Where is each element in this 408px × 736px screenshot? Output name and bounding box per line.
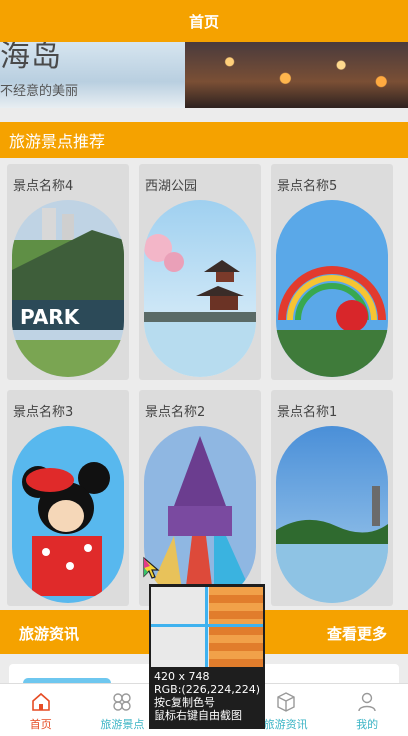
attraction-card[interactable]: 景点名称5 bbox=[271, 164, 393, 380]
attraction-card[interactable]: 景点名称3 bbox=[7, 390, 129, 606]
attraction-name: 西湖公园 bbox=[145, 179, 198, 194]
banner-subtitle: 不经意的美丽 bbox=[0, 84, 79, 99]
banner-carousel[interactable]: 海岛 不经意的美丽 bbox=[0, 42, 408, 108]
home-icon bbox=[31, 692, 50, 711]
attraction-name: 景点名称3 bbox=[13, 405, 74, 420]
color-picker-overlay: 420 x 748 RGB:(226,224,224) 按c复制色号 鼠标右键自… bbox=[149, 584, 265, 729]
banner-title: 海岛 bbox=[0, 42, 62, 74]
attraction-image bbox=[144, 200, 256, 377]
tab-label: 旅游资讯 bbox=[263, 718, 308, 731]
page-header: 首页 bbox=[0, 0, 408, 42]
attraction-card[interactable]: 景点名称1 bbox=[271, 390, 393, 606]
svg-text:PARK: PARK bbox=[20, 305, 81, 329]
news-section-title: 旅游资讯 bbox=[19, 625, 80, 643]
attraction-card[interactable]: 西湖公园 bbox=[139, 164, 261, 380]
tab-profile[interactable]: 我的 bbox=[326, 684, 408, 736]
attraction-image: PARK bbox=[12, 200, 124, 377]
picker-hint-copy: 按c复制色号 bbox=[154, 696, 216, 709]
tab-home[interactable]: 首页 bbox=[0, 684, 82, 736]
attraction-card[interactable]: 景点名称4 PARK bbox=[7, 164, 129, 380]
view-more-link[interactable]: 查看更多 bbox=[327, 623, 387, 644]
grid-flower-icon bbox=[113, 693, 132, 711]
attraction-name: 景点名称2 bbox=[145, 405, 206, 420]
mouse-cursor-icon bbox=[143, 556, 160, 579]
attraction-image bbox=[12, 426, 124, 603]
magnified-pixels bbox=[209, 587, 263, 667]
tab-label: 首页 bbox=[29, 718, 52, 731]
tab-label: 旅游景点 bbox=[100, 718, 145, 731]
section-title: 旅游景点推荐 bbox=[9, 132, 106, 151]
page-title: 首页 bbox=[188, 12, 219, 31]
section-header: 旅游景点推荐 bbox=[0, 122, 408, 158]
picker-hint-screenshot: 鼠标右键自由截图 bbox=[154, 709, 242, 722]
attraction-image bbox=[276, 426, 388, 603]
attraction-name: 景点名称1 bbox=[277, 405, 338, 420]
attraction-image bbox=[276, 200, 388, 377]
banner-resort-image bbox=[185, 42, 408, 108]
crosshair-vertical bbox=[205, 587, 208, 667]
picker-size: 420 x 748 bbox=[154, 670, 210, 683]
attraction-image bbox=[144, 426, 256, 603]
cube-icon bbox=[276, 692, 295, 712]
user-icon bbox=[358, 692, 376, 712]
attraction-name: 景点名称4 bbox=[13, 179, 74, 194]
attraction-name: 景点名称5 bbox=[277, 179, 338, 194]
tab-label: 我的 bbox=[356, 718, 379, 731]
picker-rgb: RGB:(226,224,224) bbox=[154, 683, 260, 696]
